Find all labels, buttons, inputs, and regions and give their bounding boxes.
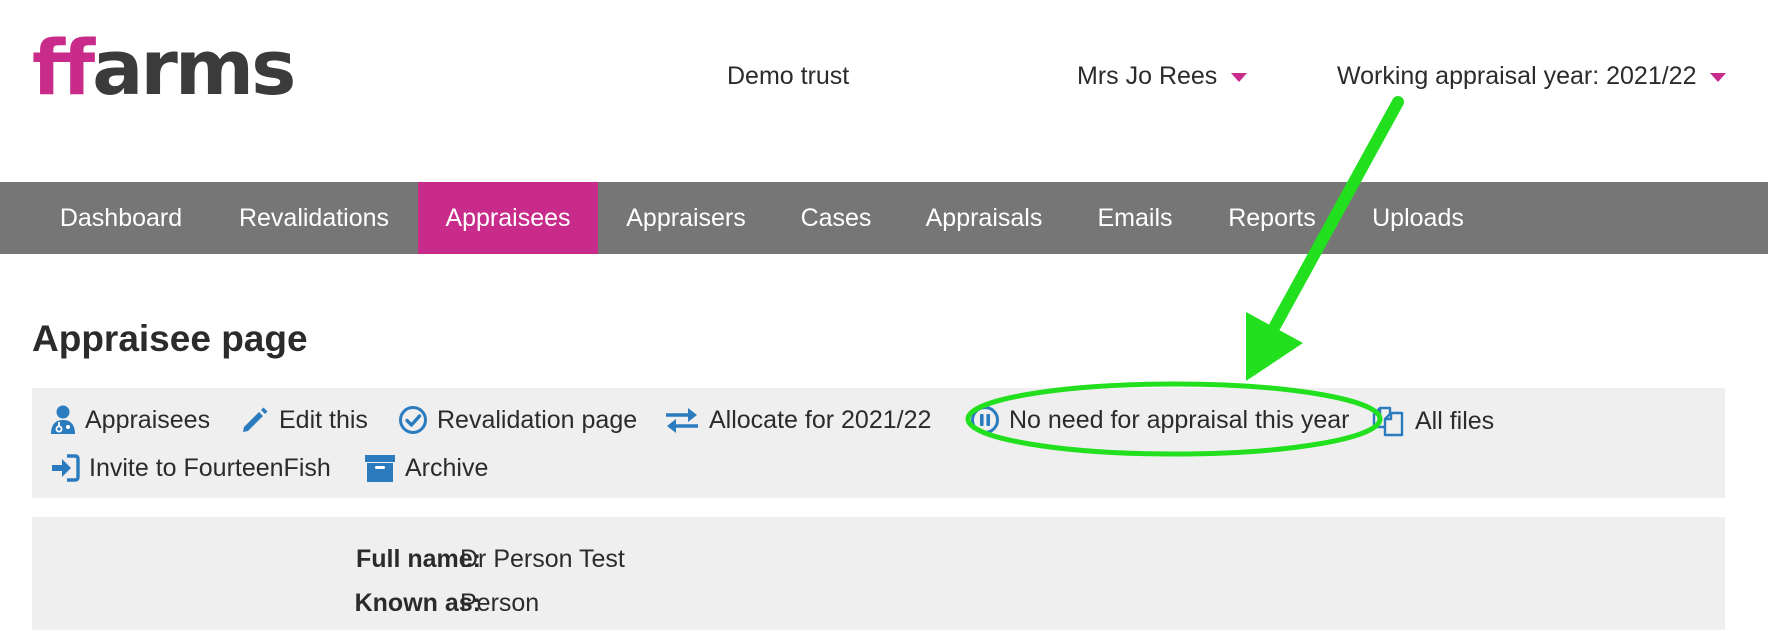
working-year-menu[interactable]: Working appraisal year: 2021/22 (1337, 62, 1727, 91)
edit-this-label: Edit this (279, 405, 368, 434)
invite-fourteenfish-label: Invite to FourteenFish (89, 453, 331, 482)
nav-revalidations[interactable]: Revalidations (212, 182, 416, 254)
nav-emails[interactable]: Emails (1070, 182, 1200, 254)
trust-name: Demo trust (727, 62, 849, 91)
nav-appraisers[interactable]: Appraisers (600, 182, 772, 254)
appraisees-link[interactable]: Appraisees (50, 405, 210, 435)
archive-box-icon (365, 455, 395, 482)
full-name-value: Dr Person Test (460, 545, 625, 573)
user-menu[interactable]: Mrs Jo Rees (1077, 62, 1248, 91)
edit-this-link[interactable]: Edit this (240, 405, 368, 435)
nav-appraisees[interactable]: Appraisees (418, 182, 598, 254)
user-doctor-icon (51, 405, 75, 434)
logo-rest: arms (92, 23, 296, 112)
nav-cases[interactable]: Cases (774, 182, 898, 254)
no-need-appraisal-label: No need for appraisal this year (1009, 405, 1350, 434)
revalidation-page-link[interactable]: Revalidation page (398, 405, 637, 435)
nav-dashboard[interactable]: Dashboard (32, 182, 210, 254)
action-bar: Appraisees Edit this Revalidation page A… (32, 388, 1725, 498)
exchange-arrows-icon (666, 408, 698, 433)
revalidation-page-label: Revalidation page (437, 405, 638, 434)
no-need-appraisal-link[interactable]: No need for appraisal this year (970, 405, 1349, 435)
appraisees-label: Appraisees (85, 405, 211, 434)
all-files-link[interactable]: All files (1372, 405, 1494, 437)
annotation-arrow-head (1246, 312, 1303, 381)
files-icon (1372, 406, 1404, 437)
ffarms-logo[interactable]: ffarms (32, 30, 296, 106)
nav-uploads[interactable]: Uploads (1344, 182, 1492, 254)
nav-reports[interactable]: Reports (1202, 182, 1342, 254)
allocate-label: Allocate for 2021/22 (709, 405, 932, 434)
all-files-label: All files (1415, 406, 1495, 435)
logo-ff: ff (32, 23, 95, 112)
sign-in-icon (52, 454, 80, 482)
main-nav: Dashboard Revalidations Appraisees Appra… (0, 182, 1768, 254)
allocate-link[interactable]: Allocate for 2021/22 (664, 405, 931, 435)
appraisee-details: Full name: Dr Person Test Known as: Pers… (32, 517, 1725, 630)
caret-down-icon (1231, 73, 1248, 82)
page-title: Appraisee page (32, 318, 308, 359)
working-year-label: Working appraisal year: 2021/22 (1337, 62, 1697, 90)
check-circle-icon (399, 406, 427, 434)
archive-link[interactable]: Archive (364, 453, 488, 483)
trust-label: Demo trust (727, 62, 850, 90)
known-as-value: Person (460, 589, 540, 617)
invite-fourteenfish-link[interactable]: Invite to FourteenFish (50, 453, 331, 483)
pencil-icon (243, 407, 268, 432)
archive-label: Archive (405, 453, 489, 482)
nav-appraisals[interactable]: Appraisals (900, 182, 1068, 254)
caret-down-icon (1710, 73, 1727, 82)
pause-circle-icon (971, 406, 999, 434)
user-name: Mrs Jo Rees (1077, 62, 1218, 90)
